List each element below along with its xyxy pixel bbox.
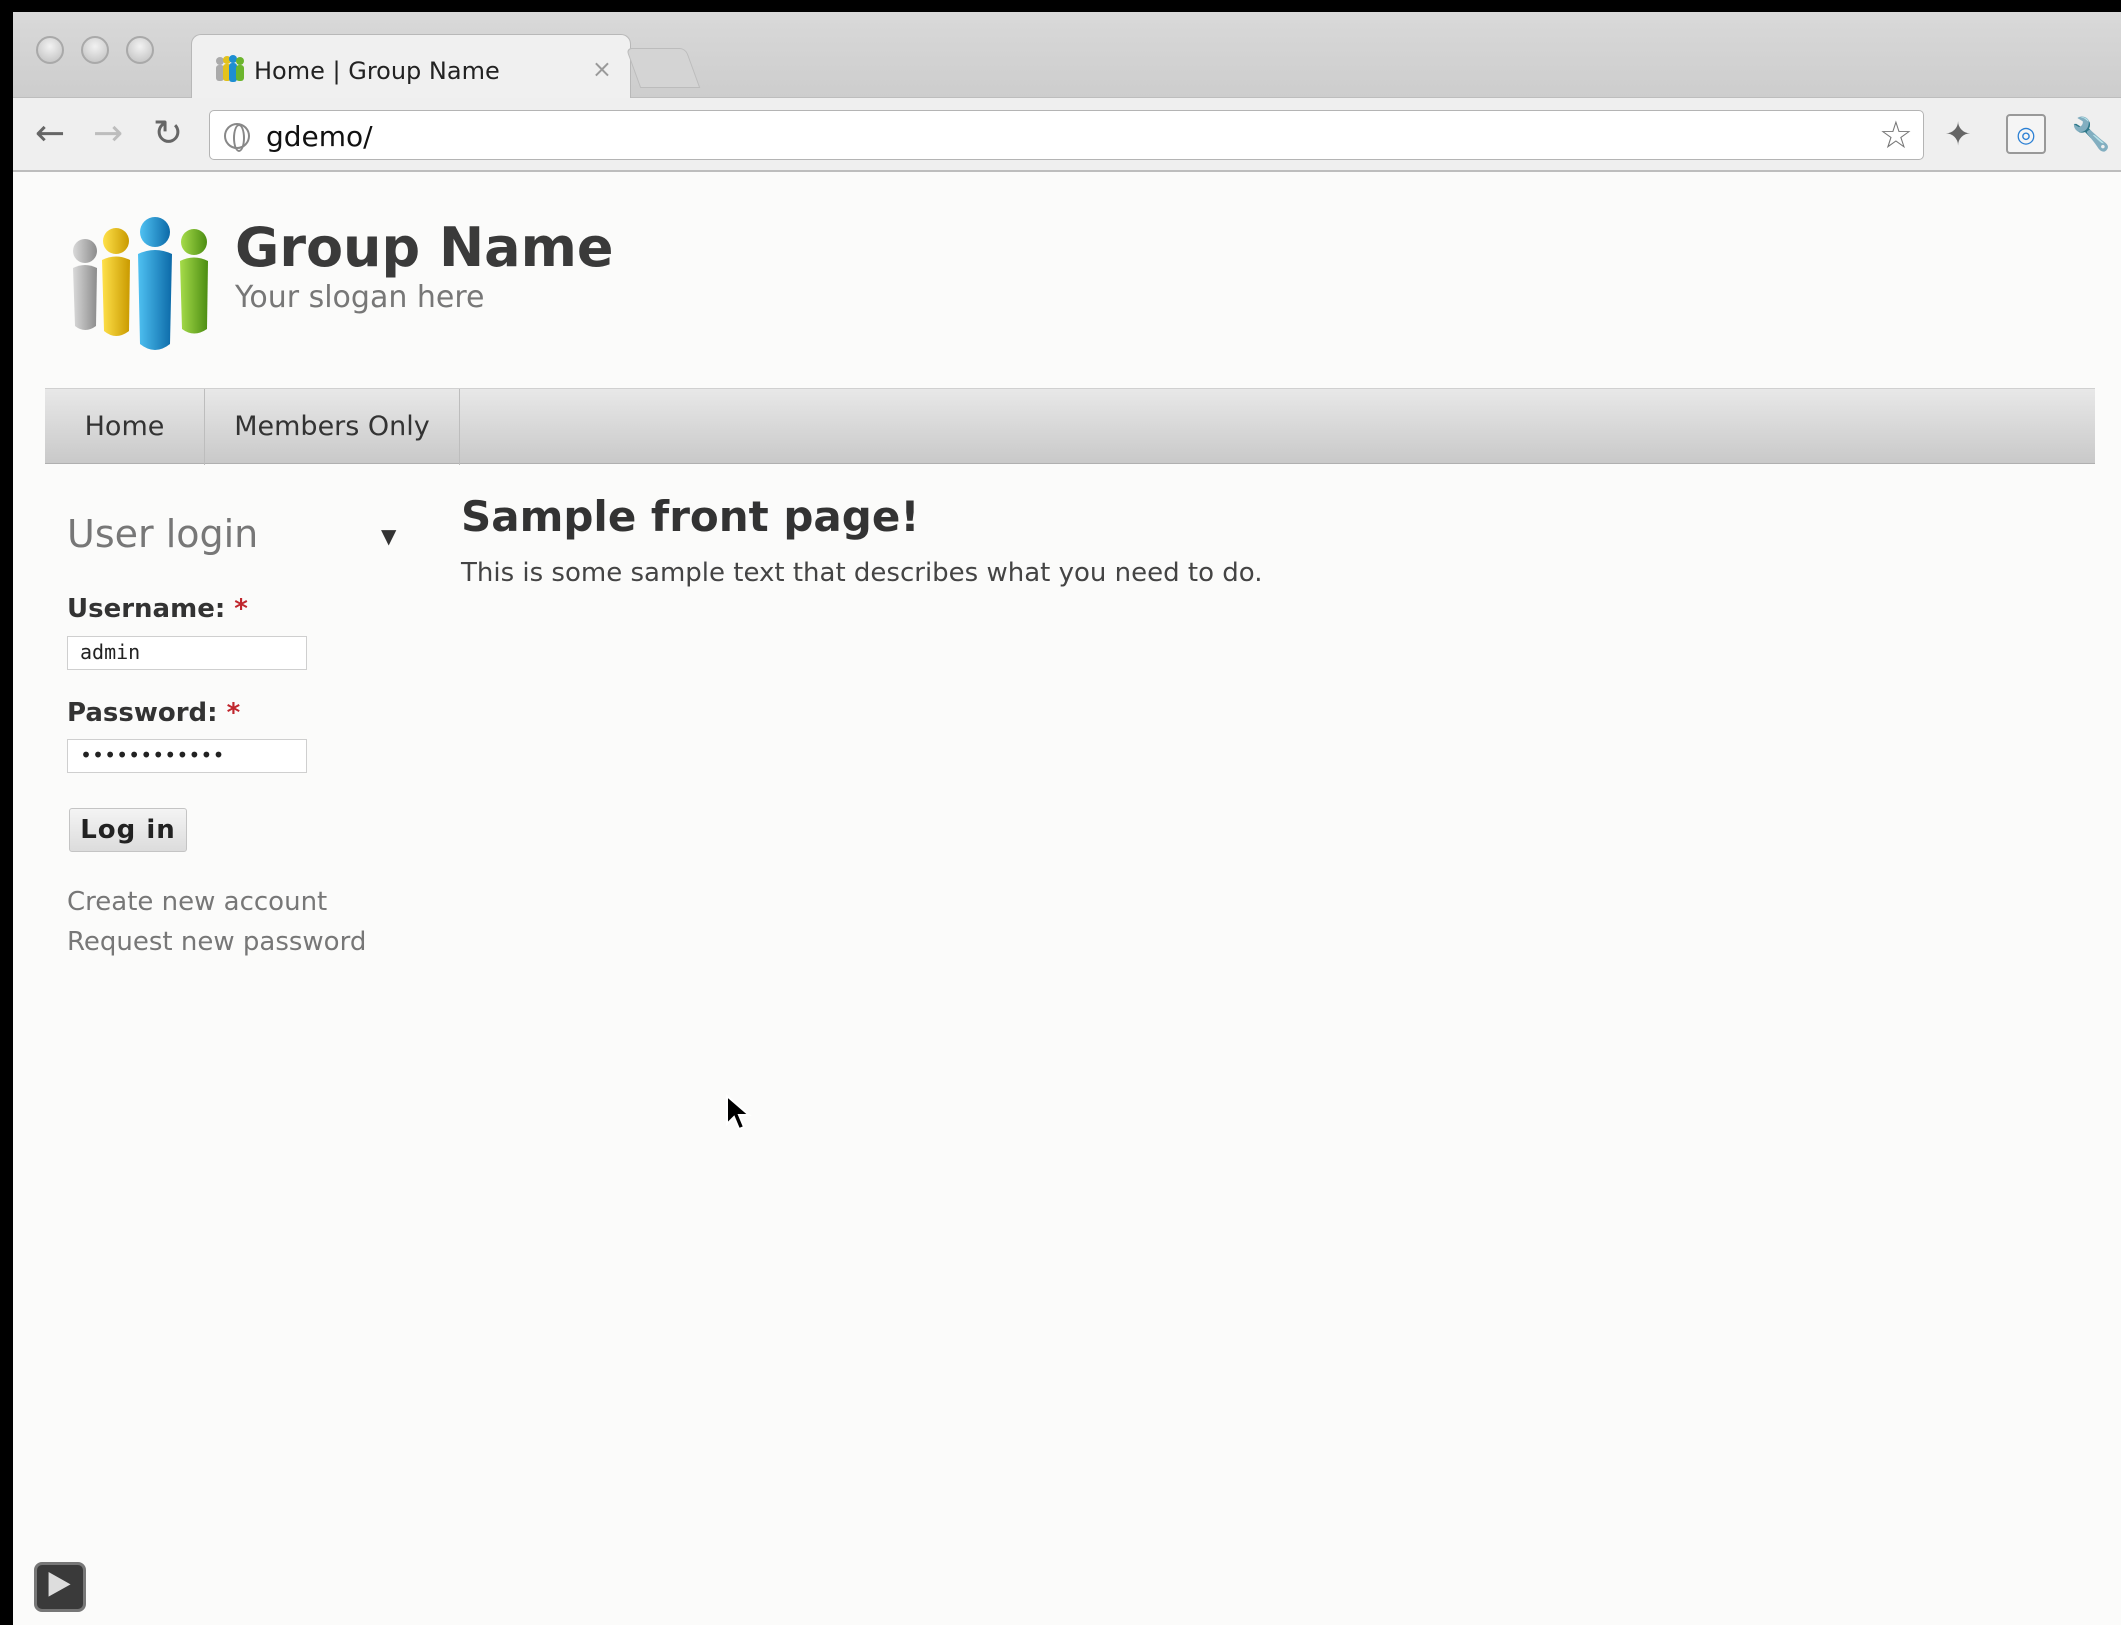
- create-account-link[interactable]: Create new account: [67, 887, 327, 917]
- window-minimize-button[interactable]: [81, 36, 109, 64]
- collapse-arrow-icon[interactable]: ▼: [381, 524, 396, 548]
- play-button[interactable]: [34, 1562, 86, 1612]
- browser-toolbar: ← → ↻ gdemo/ ☆ ✦ ◎ 🔧: [13, 98, 2121, 172]
- url-text[interactable]: gdemo/: [266, 120, 373, 153]
- nav-item-members-only[interactable]: Members Only: [205, 389, 460, 465]
- tab-strip: Home | Group Name ×: [13, 12, 2121, 98]
- browser-tab[interactable]: Home | Group Name ×: [191, 34, 631, 98]
- nav-item-home[interactable]: Home: [45, 389, 205, 465]
- username-label: Username: *: [67, 594, 248, 624]
- play-icon: [48, 1572, 71, 1597]
- tab-close-icon[interactable]: ×: [592, 55, 612, 83]
- password-input[interactable]: ••••••••••••: [67, 739, 307, 773]
- site-logo[interactable]: [68, 216, 218, 356]
- screen: Home | Group Name × ← → ↻ gdemo/ ☆ ✦ ◎ 🔧: [0, 0, 2121, 1625]
- window-zoom-button[interactable]: [126, 36, 154, 64]
- extension-icon[interactable]: ✦: [1938, 114, 1978, 154]
- forward-arrow-icon[interactable]: →: [93, 116, 123, 152]
- back-arrow-icon[interactable]: ←: [35, 116, 65, 152]
- login-button[interactable]: Log in: [69, 808, 187, 852]
- request-password-link[interactable]: Request new password: [67, 927, 366, 957]
- site-name[interactable]: Group Name: [235, 216, 613, 279]
- extension-page-icon[interactable]: ◎: [2006, 114, 2046, 154]
- reload-icon[interactable]: ↻: [153, 116, 183, 152]
- password-label: Password: *: [67, 698, 240, 728]
- new-tab-button[interactable]: [625, 48, 701, 88]
- page-content: Group Name Your slogan here Home Members…: [13, 174, 2121, 1625]
- window-close-button[interactable]: [36, 36, 64, 64]
- primary-nav: Home Members Only: [45, 388, 2095, 465]
- login-block-title: User login: [67, 512, 259, 556]
- site-slogan: Your slogan here: [235, 280, 485, 315]
- favicon-icon: [216, 55, 244, 82]
- page-body-text: This is some sample text that describes …: [461, 558, 1263, 588]
- required-marker: *: [234, 594, 248, 624]
- tab-title: Home | Group Name: [254, 57, 500, 85]
- star-icon[interactable]: ☆: [1879, 113, 1913, 157]
- page-title: Sample front page!: [461, 492, 920, 541]
- address-bar[interactable]: gdemo/ ☆: [209, 110, 1924, 160]
- globe-icon: [224, 123, 250, 152]
- required-marker: *: [226, 698, 241, 728]
- browser-window: Home | Group Name × ← → ↻ gdemo/ ☆ ✦ ◎ 🔧: [13, 12, 2121, 1625]
- password-label-text: Password:: [67, 698, 218, 728]
- wrench-icon[interactable]: 🔧: [2071, 114, 2111, 154]
- username-input[interactable]: admin: [67, 636, 307, 670]
- mouse-cursor-icon: [726, 1094, 752, 1131]
- username-label-text: Username:: [67, 594, 226, 624]
